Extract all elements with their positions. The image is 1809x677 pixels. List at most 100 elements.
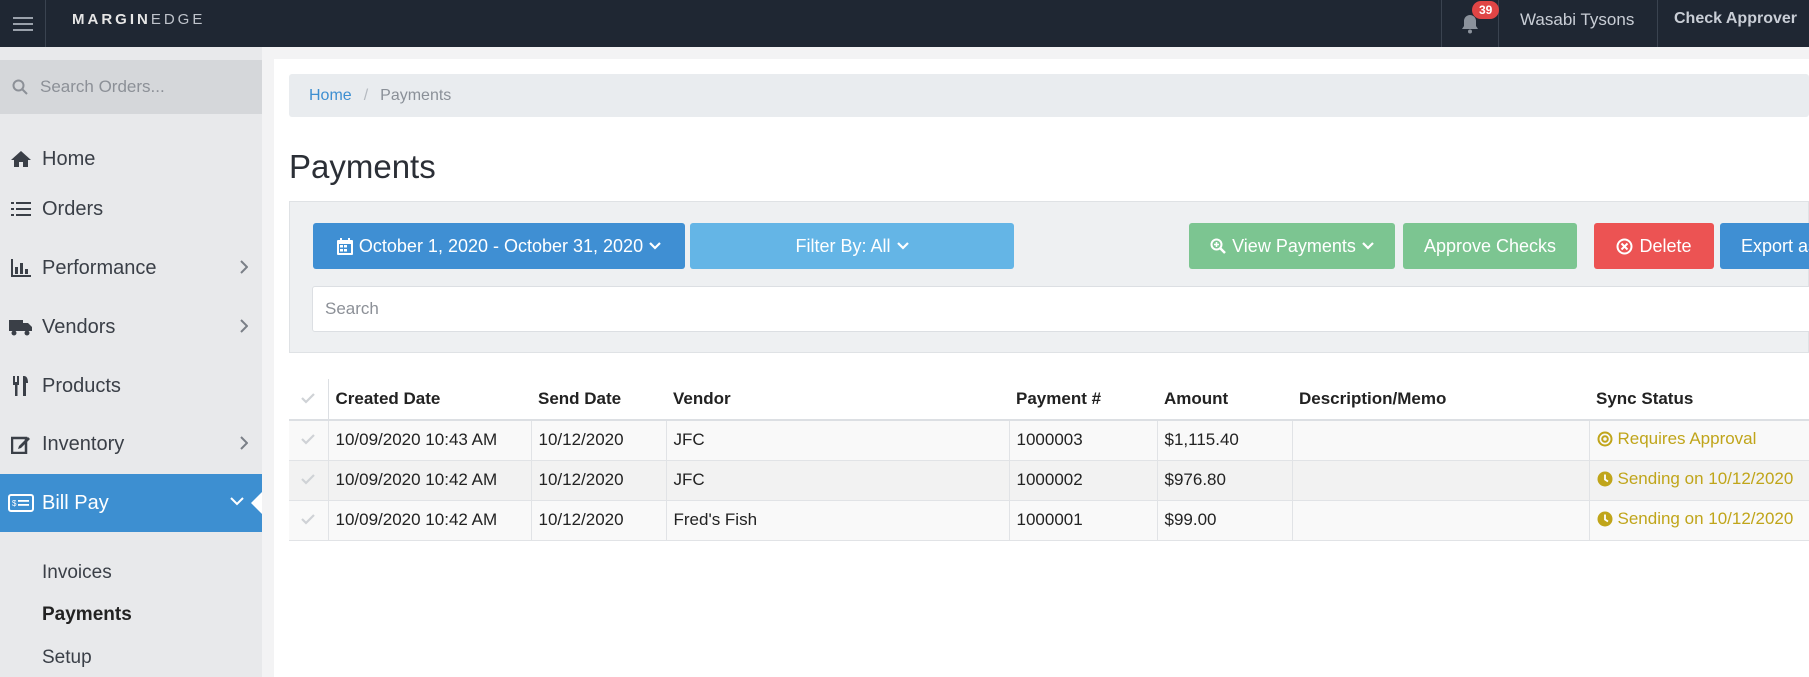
bullseye-icon (1597, 431, 1612, 447)
chevron-down-icon (896, 242, 909, 250)
money-bill-icon: $ (8, 494, 34, 512)
top-navbar: MARGINEDGE 39 Wasabi Tysons Check Approv… (0, 0, 1809, 47)
column-header-amount[interactable]: Amount (1157, 379, 1292, 421)
table-header-row: Created Date Send Date Vendor Payment # … (289, 379, 1809, 421)
breadcrumb: Home / Payments (289, 74, 1809, 117)
cell-sync-status: Sending on 10/12/2020 (1588, 500, 1809, 541)
sidebar-item-vendors[interactable]: Vendors (0, 298, 262, 356)
payments-table: Created Date Send Date Vendor Payment # … (289, 379, 1809, 541)
column-header-payment-number[interactable]: Payment # (1009, 379, 1157, 421)
times-circle-icon (1616, 238, 1633, 254)
cell-send-date: 10/12/2020 (530, 460, 666, 501)
cell-payment-number: 1000002 (1008, 460, 1157, 501)
approve-checks-button[interactable]: Approve Checks (1403, 223, 1577, 269)
clock-icon (1597, 471, 1612, 486)
select-all-checkbox[interactable] (289, 379, 329, 421)
cell-send-date: 10/12/2020 (530, 420, 666, 461)
location-name[interactable]: Wasabi Tysons (1520, 10, 1634, 30)
edit-icon (11, 436, 30, 454)
main-content: Home / Payments Payments October 1, 2020… (274, 59, 1809, 677)
column-header-vendor[interactable]: Vendor (666, 379, 1009, 421)
check-icon (301, 514, 316, 525)
cell-vendor: Fred's Fish (665, 500, 1009, 541)
sidebar-subitem-payments[interactable]: Payments (42, 604, 132, 626)
brand-logo[interactable]: MARGINEDGE (72, 11, 205, 28)
clock-icon (1597, 511, 1612, 526)
sidebar: Home Orders Performance Vendors Products… (0, 47, 262, 677)
cell-vendor: JFC (665, 420, 1009, 461)
export-as-button[interactable]: Export as (1720, 223, 1809, 269)
page-title: Payments (289, 148, 436, 185)
zoom-in-icon (1210, 238, 1227, 254)
sidebar-item-bill-pay[interactable]: $ Bill Pay (0, 474, 262, 532)
cell-created-date: 10/09/2020 10:43 AM (327, 420, 531, 461)
home-icon (11, 151, 31, 167)
truck-icon (9, 320, 32, 336)
notification-count-badge: 39 (1472, 1, 1500, 19)
chevron-right-icon (240, 436, 248, 450)
payments-toolbar: October 1, 2020 - October 31, 2020 Filte… (289, 201, 1809, 353)
cell-amount: $1,115.40 (1156, 420, 1292, 461)
chevron-down-icon (649, 242, 661, 250)
table-row[interactable]: 10/09/2020 10:42 AM 10/12/2020 JFC 10000… (289, 460, 1809, 501)
filter-by-button[interactable]: Filter By: All (690, 223, 1014, 269)
chevron-down-icon (1362, 242, 1374, 250)
status-badge: Requires Approval (1597, 429, 1756, 449)
view-payments-button[interactable]: View Payments (1189, 223, 1395, 269)
hamburger-icon (12, 16, 33, 31)
column-header-description-memo[interactable]: Description/Memo (1292, 379, 1589, 421)
cell-sync-status: Sending on 10/12/2020 (1588, 460, 1809, 501)
svg-text:$: $ (12, 499, 17, 508)
payments-search-input[interactable] (312, 286, 1809, 332)
cell-send-date: 10/12/2020 (530, 500, 666, 541)
cell-payment-number: 1000003 (1008, 420, 1157, 461)
cell-sync-status: Requires Approval (1588, 420, 1809, 461)
breadcrumb-current: Payments (380, 86, 452, 104)
breadcrumb-separator: / (363, 86, 369, 104)
cell-created-date: 10/09/2020 10:42 AM (327, 460, 531, 501)
cell-payment-number: 1000001 (1008, 500, 1157, 541)
user-role-menu[interactable]: Check Approver (1657, 0, 1809, 47)
status-badge: Sending on 10/12/2020 (1597, 469, 1793, 489)
sidebar-subitem-setup[interactable]: Setup (42, 647, 92, 669)
column-header-send-date[interactable]: Send Date (531, 379, 666, 421)
chevron-down-icon (230, 497, 244, 506)
delete-button[interactable]: Delete (1594, 223, 1714, 269)
check-icon (301, 434, 316, 445)
sidebar-item-performance[interactable]: Performance (0, 239, 262, 297)
search-icon (12, 79, 28, 95)
cell-vendor: JFC (665, 460, 1009, 501)
bar-chart-icon (11, 259, 31, 277)
cell-amount: $99.00 (1156, 500, 1292, 541)
table-row[interactable]: 10/09/2020 10:43 AM 10/12/2020 JFC 10000… (289, 420, 1809, 461)
date-range-button[interactable]: October 1, 2020 - October 31, 2020 (313, 223, 685, 269)
sidebar-item-products[interactable]: Products (0, 357, 262, 415)
row-select-checkbox[interactable] (289, 500, 328, 541)
sidebar-search (0, 60, 262, 114)
notifications-button[interactable]: 39 (1441, 0, 1500, 47)
check-icon (301, 474, 316, 485)
cell-created-date: 10/09/2020 10:42 AM (327, 500, 531, 541)
table-row[interactable]: 10/09/2020 10:42 AM 10/12/2020 Fred's Fi… (289, 500, 1809, 541)
row-select-checkbox[interactable] (289, 420, 328, 461)
cell-amount: $976.80 (1156, 460, 1292, 501)
cell-memo (1291, 420, 1589, 461)
list-icon (11, 202, 31, 216)
status-badge: Sending on 10/12/2020 (1597, 509, 1793, 529)
utensils-icon (13, 376, 28, 396)
sidebar-item-orders[interactable]: Orders (0, 180, 262, 238)
cell-memo (1291, 500, 1589, 541)
breadcrumb-home-link[interactable]: Home (309, 87, 352, 105)
menu-toggle-button[interactable] (0, 0, 46, 47)
column-header-created-date[interactable]: Created Date (328, 379, 531, 421)
check-icon (301, 393, 316, 404)
chevron-right-icon (240, 319, 248, 333)
sidebar-item-inventory[interactable]: Inventory (0, 415, 262, 473)
search-orders-input[interactable] (40, 77, 240, 97)
cell-memo (1291, 460, 1589, 501)
column-header-sync-status[interactable]: Sync Status (1589, 379, 1809, 421)
sidebar-subitem-invoices[interactable]: Invoices (42, 562, 112, 584)
chevron-right-icon (240, 260, 248, 274)
row-select-checkbox[interactable] (289, 460, 328, 501)
calendar-icon (336, 237, 353, 255)
